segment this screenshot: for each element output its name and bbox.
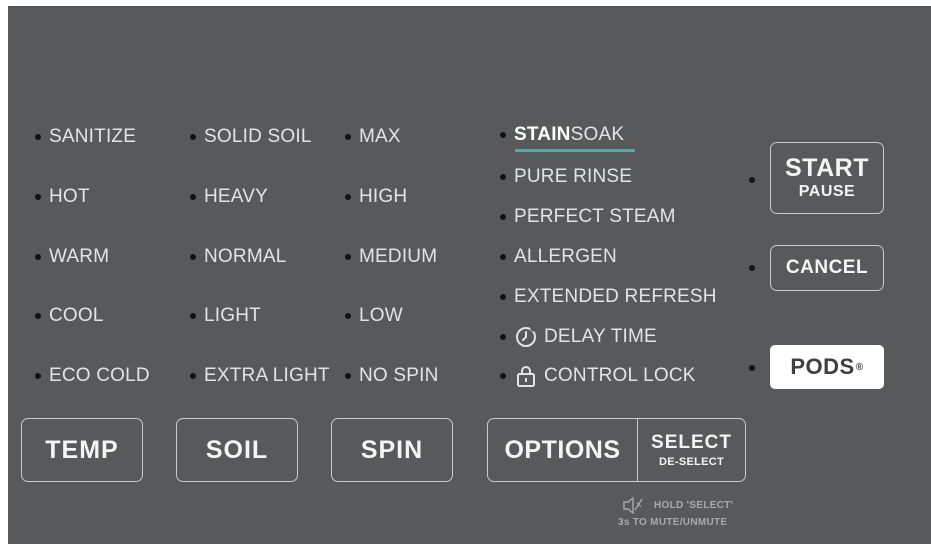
- option-label: HOT: [49, 186, 90, 207]
- option-label: HEAVY: [204, 186, 269, 207]
- indicator-dot: [500, 254, 506, 260]
- option-perfect-steam: PERFECT STEAM: [500, 204, 676, 230]
- option-label: EXTRA LIGHT: [204, 365, 330, 386]
- option-label: HIGH: [359, 186, 408, 207]
- option-label: PURE RINSE: [514, 166, 633, 187]
- option-label: CONTROL LOCK: [544, 365, 696, 386]
- indicator-dot: [35, 194, 41, 200]
- temp-option-warm: WARM: [35, 244, 109, 270]
- option-label: DELAY TIME: [544, 326, 657, 347]
- temp-option-sanitize: SANITIZE: [35, 124, 136, 150]
- soil-option-heavy: HEAVY: [190, 184, 268, 210]
- spin-option-high: HIGH: [345, 184, 407, 210]
- temp-option-cool: COOL: [35, 303, 104, 329]
- indicator-dot: [35, 134, 41, 140]
- indicator-dot: [500, 174, 506, 180]
- indicator-dot: [500, 294, 506, 300]
- option-control-lock: CONTROL LOCK: [500, 363, 696, 389]
- cancel-indicator-dot: [749, 265, 755, 271]
- option-stain-soak: STAINSOAK: [500, 122, 624, 148]
- indicator-dot: [35, 373, 41, 379]
- pause-label: PAUSE: [798, 183, 856, 200]
- option-label: WARM: [49, 246, 110, 267]
- speaker-mute-icon: [622, 497, 646, 514]
- pods-indicator-dot: [749, 365, 755, 371]
- pods-label: PODS: [790, 354, 855, 379]
- option-pure-rinse: PURE RINSE: [500, 164, 632, 190]
- indicator-dot: [190, 373, 196, 379]
- option-allergen: ALLERGEN: [500, 244, 617, 270]
- indicator-dot: [190, 313, 196, 319]
- option-extended-refresh: EXTENDED REFRESH: [500, 284, 717, 310]
- spin-option-medium: MEDIUM: [345, 244, 437, 270]
- clock-icon: [514, 325, 538, 349]
- indicator-dot: [500, 334, 506, 340]
- temp-option-eco-cold: ECO COLD: [35, 363, 150, 389]
- option-label: ALLERGEN: [514, 246, 617, 267]
- option-label: EXTENDED REFRESH: [514, 286, 717, 307]
- indicator-dot: [500, 373, 506, 379]
- mute-hint-line1: HOLD 'SELECT': [654, 500, 734, 511]
- option-label: ECO COLD: [49, 365, 150, 386]
- temp-button[interactable]: TEMP: [21, 418, 143, 482]
- indicator-dot: [190, 134, 196, 140]
- option-label: PERFECT STEAM: [514, 206, 676, 227]
- soil-option-light: LIGHT: [190, 303, 261, 329]
- option-label: MAX: [359, 126, 401, 147]
- option-label: NORMAL: [204, 246, 287, 267]
- indicator-dot: [345, 134, 351, 140]
- select-button[interactable]: SELECT DE-SELECT: [637, 418, 746, 482]
- temp-option-hot: HOT: [35, 184, 90, 210]
- option-label: MEDIUM: [359, 246, 438, 267]
- spin-button[interactable]: SPIN: [331, 418, 453, 482]
- registered-mark: ®: [855, 361, 864, 373]
- indicator-dot: [190, 194, 196, 200]
- stain-soak-underline: [515, 149, 635, 152]
- indicator-dot: [35, 313, 41, 319]
- option-label: LOW: [359, 305, 403, 326]
- indicator-dot: [345, 373, 351, 379]
- mute-hint: HOLD 'SELECT' 3s TO MUTE/UNMUTE: [618, 497, 733, 531]
- start-indicator-dot: [749, 177, 755, 183]
- cancel-button[interactable]: CANCEL: [770, 245, 884, 291]
- soil-option-normal: NORMAL: [190, 244, 287, 270]
- start-pause-button[interactable]: START PAUSE: [770, 142, 884, 214]
- option-label: SANITIZE: [49, 126, 137, 147]
- option-label: NO SPIN: [359, 365, 439, 386]
- indicator-dot: [500, 132, 506, 138]
- spin-option-low: LOW: [345, 303, 403, 329]
- option-delay-time: DELAY TIME: [500, 324, 657, 350]
- indicator-dot: [500, 214, 506, 220]
- spin-option-max: MAX: [345, 124, 401, 150]
- lock-icon: [514, 364, 538, 388]
- options-button[interactable]: OPTIONS: [487, 418, 637, 482]
- deselect-label: DE-SELECT: [658, 455, 725, 468]
- option-label: LIGHT: [204, 305, 261, 326]
- soak-label: SOAK: [570, 124, 625, 145]
- option-label: SOLID SOIL: [204, 126, 312, 147]
- soil-button[interactable]: SOIL: [176, 418, 298, 482]
- indicator-dot: [35, 254, 41, 260]
- indicator-dot: [345, 313, 351, 319]
- stain-label: STAIN: [514, 124, 571, 145]
- soil-option-solid-soil: SOLID SOIL: [190, 124, 312, 150]
- indicator-dot: [345, 194, 351, 200]
- soil-option-extra-light: EXTRA LIGHT: [190, 363, 330, 389]
- spin-option-no-spin: NO SPIN: [345, 363, 439, 389]
- pods-button[interactable]: PODS ®: [770, 345, 884, 389]
- mute-hint-line2: 3s TO MUTE/UNMUTE: [618, 517, 728, 528]
- indicator-dot: [345, 254, 351, 260]
- select-label: SELECT: [651, 431, 732, 453]
- indicator-dot: [190, 254, 196, 260]
- option-label: COOL: [49, 305, 104, 326]
- start-label: START: [785, 154, 869, 182]
